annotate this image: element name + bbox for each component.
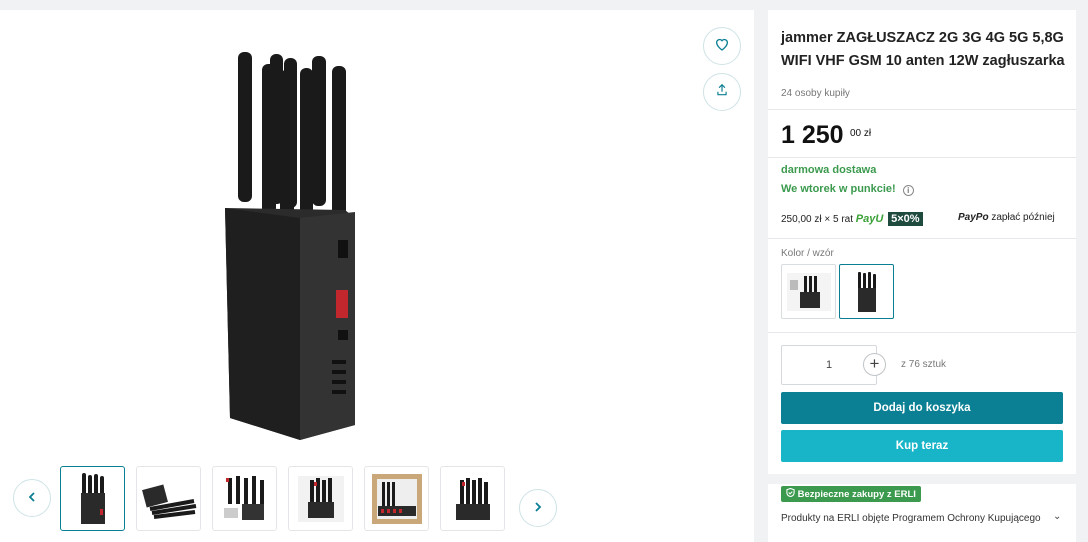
main-product-image[interactable] (200, 50, 400, 450)
share-icon (715, 83, 729, 102)
chevron-left-icon (27, 489, 37, 507)
divider (768, 109, 1076, 110)
quantity-increase-button[interactable]: + (863, 353, 886, 376)
price-decimal: 00 zł (850, 128, 872, 139)
gallery-prev-button[interactable] (13, 479, 51, 517)
installment-info[interactable]: 250,00 zł × 5 rat PayU 5×0% (781, 212, 923, 226)
secure-badge: Bezpieczne zakupy z ERLI (781, 486, 921, 502)
delivery-when-text: We wtorek w punkcie! (781, 183, 896, 195)
quantity-available: z 76 sztuk (901, 359, 947, 370)
price-main: 1 250 (781, 121, 844, 149)
product-details-panel: jammer ZAGŁUSZACZ 2G 3G 4G 5G 5,8G WIFI … (768, 10, 1076, 474)
add-to-cart-button[interactable]: Dodaj do koszyka (781, 392, 1063, 424)
color-label: Kolor / wzór (781, 248, 834, 259)
thumbnail-5[interactable] (364, 466, 429, 531)
thumbnail-strip (60, 466, 512, 532)
delivery-when: We wtorek w punkcie! i (781, 183, 914, 196)
payu-logo: PayU (855, 213, 884, 225)
buy-now-button[interactable]: Kup teraz (781, 430, 1063, 462)
product-title: jammer ZAGŁUSZACZ 2G 3G 4G 5G 5,8G WIFI … (781, 30, 1065, 69)
thumbnail-1[interactable] (60, 466, 125, 531)
chevron-right-icon (533, 499, 543, 517)
paypo-logo: PayPo (958, 212, 989, 223)
paypo-info[interactable]: PayPo zapłać później (958, 212, 1055, 223)
secure-badge-text: Bezpieczne zakupy z ERLI (797, 489, 916, 500)
secure-description: Produkty na ERLI objęte Programem Ochron… (781, 513, 1041, 524)
color-option-2[interactable] (839, 264, 894, 319)
thumbnail-2[interactable] (136, 466, 201, 531)
shield-check-icon (786, 487, 798, 500)
share-button[interactable] (703, 73, 741, 111)
thumbnail-3[interactable] (212, 466, 277, 531)
chevron-down-icon[interactable]: ⌄ (1053, 511, 1061, 522)
free-delivery-label: darmowa dostawa (781, 164, 877, 176)
color-option-1[interactable] (781, 264, 836, 319)
thumbnail-6[interactable] (440, 466, 505, 531)
secure-purchase-section[interactable]: Bezpieczne zakupy z ERLI Produkty na ERL… (768, 484, 1076, 542)
divider (768, 332, 1076, 333)
heart-icon (714, 36, 730, 57)
divider (768, 157, 1076, 158)
thumbnail-4[interactable] (288, 466, 353, 531)
gallery-next-button[interactable] (519, 489, 557, 527)
paypo-text: zapłać później (991, 212, 1055, 223)
payu-badge: 5×0% (888, 212, 923, 226)
installment-text: 250,00 zł × 5 rat (781, 214, 853, 225)
divider (768, 238, 1076, 239)
favorite-button[interactable] (703, 27, 741, 65)
product-gallery (0, 10, 754, 542)
info-icon[interactable]: i (902, 185, 914, 196)
bought-count: 24 osoby kupiły (781, 88, 850, 99)
